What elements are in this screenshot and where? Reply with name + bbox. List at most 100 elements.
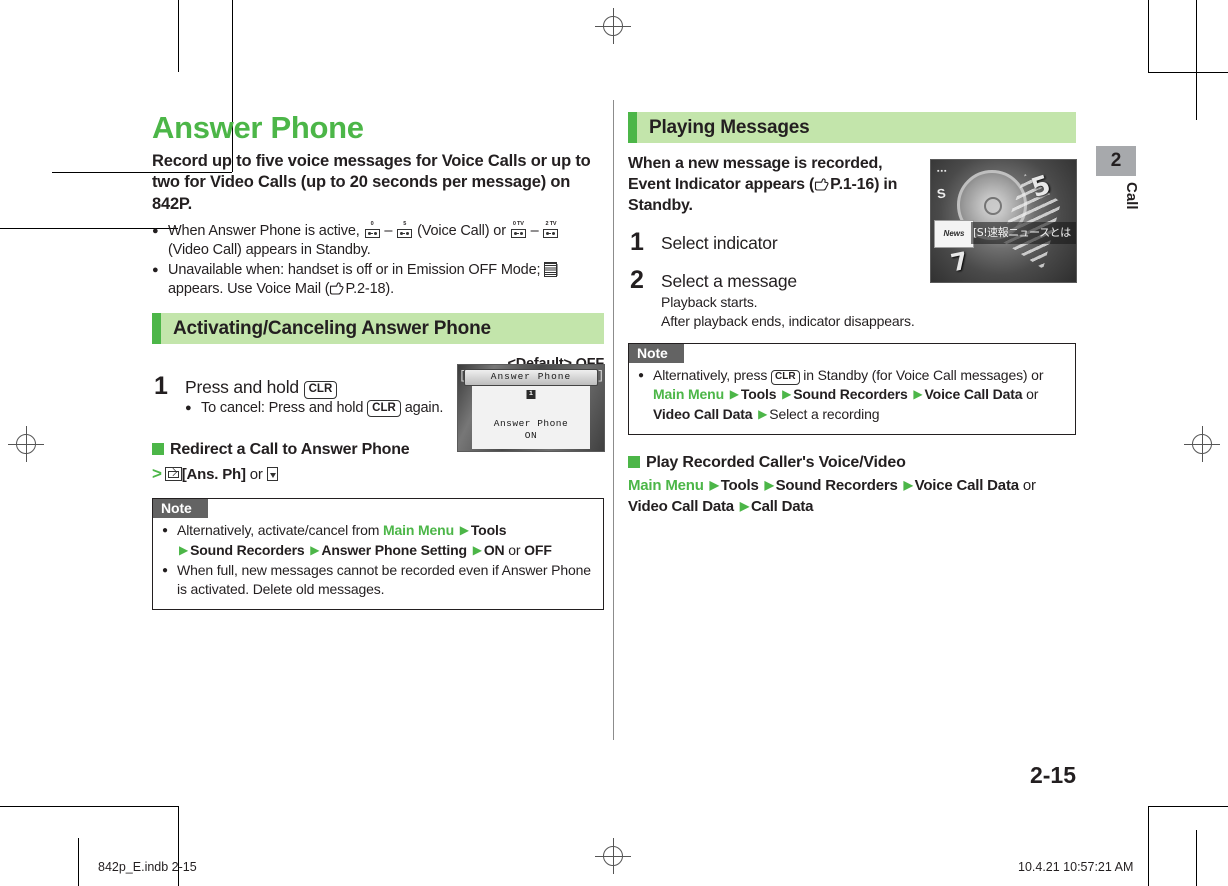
- intro-bullet-list: When Answer Phone is active, 0 – 5 (Voic…: [152, 220, 604, 300]
- down-key-icon: [266, 467, 278, 482]
- menu-crumb-video-call-data[interactable]: Video Call Data: [653, 406, 753, 422]
- note-text-pre: Alternatively, press: [653, 366, 771, 383]
- menu-crumb-voice-call-data[interactable]: Voice Call Data: [915, 477, 1019, 494]
- standby-screen-mock: ▪▪▪ S 5 7 News [S!速報ニュースとは: [931, 160, 1076, 282]
- crop-mark-top-left-v: [178, 0, 179, 72]
- section-header-activating: Activating/Canceling Answer Phone: [152, 313, 604, 345]
- screenshot-standby-indicator: ▪▪▪ S 5 7 News [S!速報ニュースとは: [930, 159, 1077, 283]
- bullet-text-post: again.: [400, 400, 444, 417]
- tape-icon-superscript: 5: [403, 220, 407, 227]
- screenshot-answer-phone-on: [ ] Answer Phone i Answer Phone ON: [457, 364, 605, 452]
- menu-crumb-video-call-data[interactable]: Video Call Data: [628, 498, 734, 515]
- registration-mark-bottom: [595, 838, 631, 874]
- menu-crumb-sound-recorders[interactable]: Sound Recorders: [776, 477, 898, 494]
- menu-option-off[interactable]: OFF: [524, 542, 552, 558]
- softkey-label: [Ans. Ph]: [181, 466, 246, 484]
- crop-mark-bottom-right-v2: [1196, 830, 1197, 886]
- footer-filename: 842p_E.indb 2-15: [98, 860, 197, 874]
- answer-phone-0-icon: 0: [364, 220, 380, 238]
- column-divider: [613, 100, 614, 740]
- note-label: Note: [153, 498, 208, 518]
- main-menu-link[interactable]: Main Menu: [653, 386, 724, 402]
- menu-crumb-tools[interactable]: Tools: [721, 477, 759, 494]
- path-or-label: or: [249, 466, 263, 484]
- list-item: Unavailable when: handset is off or in E…: [152, 261, 604, 299]
- step-number: 1: [630, 228, 644, 257]
- answer-phone-2-tv-icon: 2 TV: [543, 220, 559, 238]
- tape-icon-superscript: 2 TV: [545, 220, 557, 227]
- subsection-play-recorded: Play Recorded Caller's Voice/Video Main …: [628, 453, 1076, 517]
- menu-or-label: or: [1026, 386, 1039, 403]
- page-number: 2-15: [1029, 762, 1076, 788]
- chapter-tab-label: Call: [1123, 182, 1140, 210]
- left-column: Answer Phone Record up to five voice mes…: [152, 110, 604, 611]
- chevron-right-icon: ▶: [729, 387, 739, 402]
- note-box-right: Note Alternatively, press CLR in Standby…: [628, 342, 1076, 436]
- menu-crumb-answer-phone-setting[interactable]: Answer Phone Setting: [321, 542, 467, 558]
- page-reference-icon: [329, 282, 345, 295]
- crop-mark-bottom-right-v: [1148, 806, 1149, 886]
- list-item: When Answer Phone is active, 0 – 5 (Voic…: [152, 220, 604, 260]
- menu-option-on[interactable]: ON: [484, 542, 505, 558]
- footer-timestamp: 10.4.21 10:57:21 AM: [1018, 860, 1134, 874]
- bullet-text-post: (Video Call) appears in Standby.: [168, 241, 371, 258]
- screenshot-message-line2: ON: [524, 430, 538, 441]
- subsection-path: > [Ans. Ph] or: [152, 462, 604, 486]
- step-instruction-text: Press and hold: [185, 377, 304, 398]
- subsection-path: Main Menu ▶ Tools ▶ Sound Recorders ▶ Voice…: [628, 475, 1076, 517]
- tape-icon-superscript: 0: [370, 220, 374, 227]
- chapter-tab-number: 2: [1096, 146, 1136, 176]
- section-accent-bar: [628, 112, 637, 143]
- registration-mark-right: [1184, 426, 1220, 462]
- chevron-right-icon: ▶: [758, 407, 768, 422]
- bullet-text-pre: To cancel: Press and hold: [201, 400, 368, 417]
- bullet-text-tail: ).: [385, 281, 394, 298]
- list-item: When full, new messages cannot be record…: [162, 561, 593, 601]
- bullet-text-pre: When Answer Phone is active,: [168, 222, 364, 239]
- chevron-right-icon: ▶: [179, 542, 189, 557]
- section-header-playing: Playing Messages: [628, 112, 1076, 143]
- menu-crumb-tools[interactable]: Tools: [741, 386, 777, 402]
- bullet-text-post: appears. Use Voice Mail (: [168, 281, 330, 298]
- page-reference-icon: [814, 178, 829, 191]
- subsection-title: Play Recorded Caller's Voice/Video: [628, 453, 1076, 474]
- subsection-title-text: Play Recorded Caller's Voice/Video: [646, 454, 906, 472]
- right-lead-paragraph: When a new message is recorded, Event In…: [628, 153, 918, 216]
- step-number: 2: [630, 266, 644, 295]
- menu-crumb-voice-call-data[interactable]: Voice Call Data: [925, 386, 1023, 402]
- bullet-dash-1: –: [380, 222, 397, 239]
- main-menu-link[interactable]: Main Menu: [628, 477, 704, 494]
- menu-crumb-tools[interactable]: Tools: [471, 522, 507, 538]
- crop-mark-top-right-h: [1148, 72, 1228, 73]
- phone-screen-mock: [ ] Answer Phone i Answer Phone ON: [458, 365, 604, 451]
- note-text-mid: in Standby (for Voice Call messages) or: [799, 366, 1044, 383]
- main-menu-link[interactable]: Main Menu: [383, 522, 454, 538]
- screenshot-panel: i Answer Phone ON: [472, 386, 590, 449]
- news-badge: News: [934, 220, 974, 248]
- status-icons: ▪▪▪: [937, 168, 948, 175]
- bullet-text-pre: Unavailable when: handset is off or in E…: [168, 262, 545, 279]
- section-header-label: Activating/Canceling Answer Phone: [173, 317, 491, 339]
- step-number: 1: [154, 372, 168, 401]
- menu-crumb-sound-recorders[interactable]: Sound Recorders: [793, 386, 908, 402]
- subsection-title-text: Redirect a Call to Answer Phone: [170, 441, 410, 459]
- chevron-right-icon: ▶: [903, 478, 913, 493]
- screenshot-message-line1: Answer Phone: [493, 418, 569, 429]
- right-lead-ref: P.1-16: [830, 176, 875, 194]
- crop-mark-bottom-right-h: [1148, 806, 1228, 807]
- page-reference-target: P.2-18: [345, 281, 386, 298]
- chevron-right-icon: ▶: [709, 478, 719, 493]
- clr-key-icon: CLR: [303, 381, 338, 399]
- step-detail-2: After playback ends, indicator disappear…: [661, 312, 915, 329]
- path-arrow-icon: >: [152, 464, 162, 484]
- menu-crumb-call-data[interactable]: Call Data: [751, 498, 814, 515]
- note-text-pre: Alternatively, activate/cancel from: [177, 521, 383, 538]
- crop-mark-bottom-left-h: [0, 806, 178, 807]
- page-title: Answer Phone: [152, 110, 364, 145]
- green-square-icon: [152, 443, 164, 456]
- menu-crumb-sound-recorders[interactable]: Sound Recorders: [190, 542, 305, 558]
- crop-mark-top-right-v2: [1196, 0, 1197, 120]
- crop-mark-bottom-left-v2: [78, 838, 79, 886]
- tape-icon-superscript: 0 TV: [512, 220, 524, 227]
- note-bullet-list: Alternatively, activate/cancel from Main…: [153, 521, 603, 601]
